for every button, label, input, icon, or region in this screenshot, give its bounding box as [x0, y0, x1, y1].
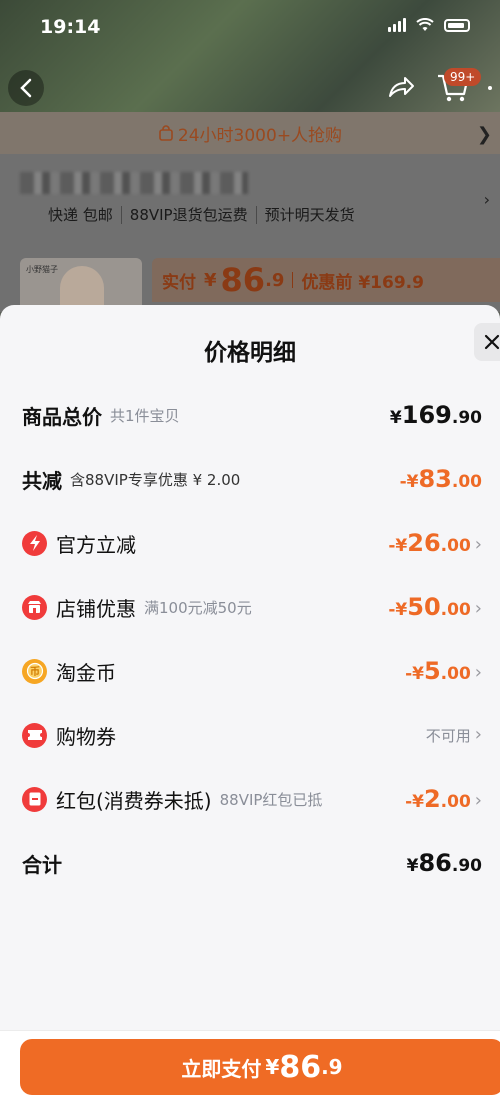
pay-now-button[interactable]: 立即支付 ¥ 86 .9 [20, 1039, 500, 1095]
row-note: 88VIP红包已抵 [219, 790, 323, 809]
store-icon [22, 594, 47, 620]
amount-integer: 169 [401, 401, 452, 429]
row-note: 含88VIP专享优惠 ¥ 2.00 [70, 470, 241, 489]
back-button[interactable] [8, 70, 44, 106]
brand-logo: 小野猫子 [26, 265, 58, 274]
coin-icon: 币 [22, 658, 47, 684]
product-title-blurred [20, 172, 248, 194]
row-label: 购物券 [56, 724, 116, 749]
row-shopping-coupon[interactable]: 购物券 不可用 › [0, 715, 500, 755]
more-icon[interactable] [488, 86, 492, 90]
row-total-price: 商品总价 共1件宝贝 ¥ 169 .90 [0, 395, 500, 435]
chevron-right-icon: › [474, 662, 482, 683]
svg-text:币: 币 [30, 666, 40, 678]
amount-integer: 50 [407, 593, 441, 621]
footer-bar: 立即支付 ¥ 86 .9 [0, 1030, 500, 1108]
status-bar: 19:14 [0, 0, 500, 52]
row-label: 共减 [22, 468, 62, 493]
sheet-title: 价格明细 [204, 340, 296, 366]
row-note: 满100元减50元 [144, 598, 252, 617]
amount-currency: ¥ [389, 408, 402, 428]
price-decimal: .9 [265, 269, 285, 291]
price-detail-sheet: 价格明细 商品总价 共1件宝贝 ¥ 169 .90 共减 含88VIP专享优惠 … [0, 305, 500, 1107]
amount-currency: -¥ [388, 536, 408, 556]
signal-icon [388, 18, 406, 32]
amount-integer: 83 [418, 465, 452, 493]
pay-decimal: .9 [321, 1055, 343, 1079]
amount-decimal: .90 [451, 856, 482, 876]
row-grand-total: 合计 ¥ 86 .90 [0, 843, 500, 883]
price-integer: 86 [220, 261, 266, 299]
close-icon [484, 334, 500, 350]
amount-decimal: .00 [440, 536, 471, 556]
status-time: 19:14 [40, 16, 101, 38]
row-label: 淘金币 [56, 660, 116, 685]
promo-text: 24小时3000+人抢购 [177, 125, 343, 146]
price-currency: ¥ [204, 269, 217, 291]
amount-decimal: .00 [440, 792, 471, 812]
row-taojinbi[interactable]: 币 淘金币 -¥ 5 .00 › [0, 651, 500, 691]
chevron-right-icon: ❯ [476, 124, 492, 145]
pay-integer: 86 [279, 1049, 322, 1085]
chevron-right-icon: › [474, 598, 482, 619]
row-label: 商品总价 [22, 404, 102, 429]
amount-integer: 2 [423, 785, 441, 813]
price-bar: 实付 ¥ 86 .9 优惠前 ¥169.9 [152, 258, 500, 302]
amount-currency: ¥ [406, 856, 419, 876]
lightning-icon [22, 530, 47, 556]
amount-currency: -¥ [405, 664, 424, 684]
amount-currency: -¥ [399, 472, 419, 492]
row-note: 共1件宝贝 [110, 406, 180, 425]
price-label: 实付 [162, 272, 196, 293]
amount-decimal: .00 [451, 472, 482, 492]
row-label: 官方立减 [56, 532, 136, 557]
chevron-right-icon: › [483, 190, 490, 209]
close-button[interactable] [474, 323, 500, 361]
row-total-discount: 共减 含88VIP专享优惠 ¥ 2.00 -¥ 83 .00 [0, 459, 500, 499]
amount-decimal: .00 [440, 600, 471, 620]
shipping-tags: 快递 包邮 88VIP退货包运费 预计明天发货 [48, 206, 363, 224]
chevron-right-icon: › [474, 790, 482, 811]
original-price: 优惠前 ¥169.9 [301, 272, 424, 293]
divider [292, 272, 294, 288]
chevron-right-icon: › [474, 723, 482, 745]
share-icon[interactable] [386, 72, 416, 102]
ticket-icon [22, 722, 47, 748]
row-label: 合计 [22, 852, 62, 877]
shipping-tag: 快递 包邮 [48, 206, 122, 224]
amount-integer: 5 [423, 657, 441, 685]
pay-currency: ¥ [265, 1055, 280, 1079]
row-official-discount[interactable]: 官方立减 -¥ 26 .00 › [0, 523, 500, 563]
amount-integer: 26 [407, 529, 441, 557]
row-red-packet[interactable]: 红包(消费券未抵) 88VIP红包已抵 -¥ 2 .00 › [0, 779, 500, 819]
amount-currency: -¥ [388, 600, 408, 620]
amount-decimal: .00 [440, 664, 471, 684]
shopping-bag-icon [159, 125, 173, 141]
amount-currency: -¥ [405, 792, 424, 812]
chevron-left-icon [20, 78, 32, 98]
amount-integer: 86 [418, 849, 452, 877]
red-packet-icon [22, 786, 47, 812]
unavailable-status: 不可用 [425, 726, 471, 745]
shipping-tag: 88VIP退货包运费 [122, 206, 257, 224]
chevron-right-icon: › [474, 534, 482, 555]
shipping-tag: 预计明天发货 [264, 206, 355, 224]
promo-strip[interactable]: 24小时3000+人抢购 [0, 112, 500, 154]
pay-button-label: 立即支付 [181, 1056, 262, 1081]
wifi-icon [416, 18, 434, 31]
row-store-discount[interactable]: 店铺优惠 满100元减50元 -¥ 50 .00 › [0, 587, 500, 627]
cart-badge: 99+ [444, 68, 482, 86]
battery-icon [444, 18, 470, 32]
row-label: 红包(消费券未抵) [56, 788, 212, 813]
amount-decimal: .90 [451, 408, 482, 428]
row-label: 店铺优惠 [56, 596, 136, 621]
